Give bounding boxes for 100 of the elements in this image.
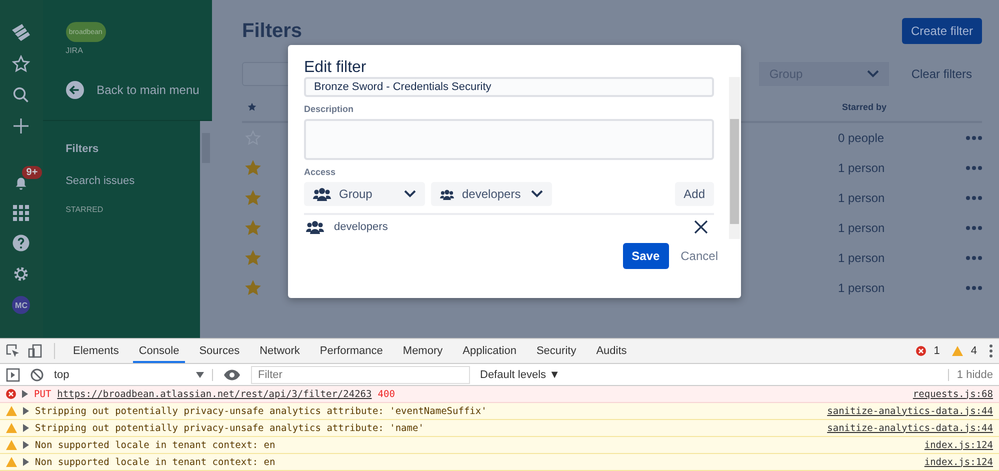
devtools-tab[interactable]: Memory — [396, 339, 449, 363]
table-cell-text: 1 person — [838, 281, 886, 295]
hidden-count: 1 hidde — [948, 368, 993, 380]
source-link[interactable]: requests.js:68 — [912, 388, 993, 400]
description-field[interactable] — [304, 119, 714, 160]
devtools-tab[interactable]: Audits — [590, 339, 633, 363]
filled-star-icon[interactable] — [245, 250, 261, 266]
devtools-tab[interactable]: Network — [254, 339, 306, 363]
more-icon[interactable] — [966, 256, 982, 260]
console-message: Non supported locale in tenant context: en — [35, 440, 276, 450]
expand-arrow-icon[interactable] — [23, 458, 29, 466]
more-icon[interactable] — [966, 286, 982, 290]
add-button[interactable]: Add — [674, 182, 714, 206]
expand-arrow-icon[interactable] — [23, 424, 29, 432]
jira-logo-icon[interactable] — [10, 22, 32, 42]
team-name-select[interactable]: developers — [431, 182, 552, 206]
warning-icon — [6, 423, 17, 433]
sidebar-item[interactable]: Search issues — [66, 167, 200, 199]
devtools-tab[interactable]: Performance — [314, 339, 389, 363]
more-icon[interactable] — [966, 196, 982, 200]
sidebar-toggle-icon[interactable] — [6, 368, 20, 382]
cancel-button[interactable]: Cancel — [680, 249, 718, 263]
warning-count: 4 — [970, 345, 977, 357]
dialog-title: Edit filter — [303, 58, 368, 77]
device-toolbar-icon[interactable] — [28, 344, 42, 358]
source-link[interactable]: sanitize-analytics-data.js:44 — [827, 406, 993, 416]
more-icon[interactable] — [966, 226, 982, 230]
table-cell-text: 0 people — [838, 131, 886, 145]
settings-icon[interactable] — [12, 265, 30, 283]
more-icon[interactable] — [966, 136, 982, 140]
devtools-tab[interactable]: Security — [530, 339, 582, 363]
source-link[interactable]: index.js:124 — [924, 440, 993, 450]
warning-icon — [952, 346, 963, 356]
sidebar-item[interactable]: Filters — [66, 135, 200, 167]
expand-arrow-icon[interactable] — [23, 407, 29, 415]
close-icon[interactable] — [694, 220, 708, 234]
dropdown-arrow-icon — [196, 372, 204, 378]
table-cell-text: 1 person — [838, 251, 886, 265]
filter-field[interactable]: Filter — [251, 366, 470, 384]
table-cell-text: 1 person — [838, 191, 886, 205]
chevron-down-icon — [867, 70, 880, 78]
star-column-icon[interactable] — [247, 102, 257, 112]
error-icon — [916, 346, 926, 356]
section-heading: STARRED — [66, 205, 104, 214]
error-icon — [6, 389, 16, 399]
help-icon[interactable] — [12, 234, 30, 252]
status-code: 400 — [378, 388, 395, 400]
warning-icon — [6, 457, 17, 467]
user-avatar[interactable]: MC — [12, 296, 30, 314]
group-icon — [306, 220, 324, 234]
filled-star-icon[interactable] — [245, 160, 261, 176]
product-name: JIRA — [66, 46, 84, 55]
field-label: Access — [304, 167, 337, 177]
context-select[interactable]: top — [54, 368, 213, 380]
group-icon — [313, 187, 331, 201]
expand-arrow-icon[interactable] — [22, 390, 28, 398]
app-grid-icon[interactable] — [13, 205, 30, 221]
more-icon[interactable] — [966, 166, 982, 170]
console-message: Stripping out potentially privacy-unsafe analytics attribute: 'eventNameSuffix' — [35, 406, 487, 416]
scrollbar[interactable] — [729, 77, 740, 239]
search-icon[interactable] — [12, 86, 30, 104]
inspect-icon[interactable] — [6, 344, 20, 358]
star-icon[interactable] — [12, 55, 30, 73]
scrollbar[interactable] — [200, 121, 212, 338]
clear-console-icon[interactable] — [30, 368, 44, 382]
name-field[interactable]: Bronze Sword - Credentials Security — [304, 77, 714, 97]
expand-arrow-icon[interactable] — [23, 441, 29, 449]
plus-icon[interactable] — [12, 117, 30, 135]
request-method: PUT — [34, 388, 52, 400]
chevron-down-icon — [531, 190, 543, 198]
save-button[interactable]: Save — [622, 243, 669, 269]
warning-icon — [6, 406, 17, 416]
console-message: Stripping out potentially privacy-unsafe analytics attribute: 'name' — [35, 422, 424, 434]
share-name: developers — [334, 221, 388, 233]
group-icon — [440, 188, 454, 200]
table-cell-text: 1 person — [838, 221, 886, 235]
filled-star-icon[interactable] — [245, 220, 261, 236]
error-count: 1 — [934, 345, 940, 357]
page-title: Filters — [242, 20, 302, 42]
table-cell-text: 1 person — [838, 161, 886, 175]
devtools-tab[interactable]: Console — [132, 339, 186, 363]
notification-badge: 9+ — [22, 166, 42, 179]
devtools-tab[interactable]: Sources — [193, 339, 246, 363]
chevron-down-icon — [404, 190, 416, 198]
warning-icon — [6, 440, 17, 450]
create-filter-button[interactable]: Create filter — [902, 18, 982, 44]
devtools-tab[interactable]: Elements — [67, 339, 125, 363]
filled-star-icon[interactable] — [245, 190, 261, 206]
console-message: Non supported locale in tenant context: en — [35, 456, 276, 468]
share-type-select[interactable]: Group — [304, 182, 425, 206]
eye-icon[interactable] — [223, 368, 241, 380]
levels-dropdown[interactable]: Default levels ▼ — [480, 368, 560, 380]
devtools-tab[interactable]: Application — [456, 339, 522, 363]
kebab-menu-icon[interactable] — [989, 344, 993, 358]
source-link[interactable]: index.js:124 — [924, 456, 993, 468]
request-url-link[interactable]: https://broadbean.atlassian.net/rest/api/3/filter/24263 — [57, 388, 372, 400]
field-label: Description — [304, 104, 355, 114]
source-link[interactable]: sanitize-analytics-data.js:44 — [827, 422, 993, 434]
filled-star-icon[interactable] — [245, 280, 261, 296]
back-link[interactable]: Back to main menu — [96, 83, 200, 97]
